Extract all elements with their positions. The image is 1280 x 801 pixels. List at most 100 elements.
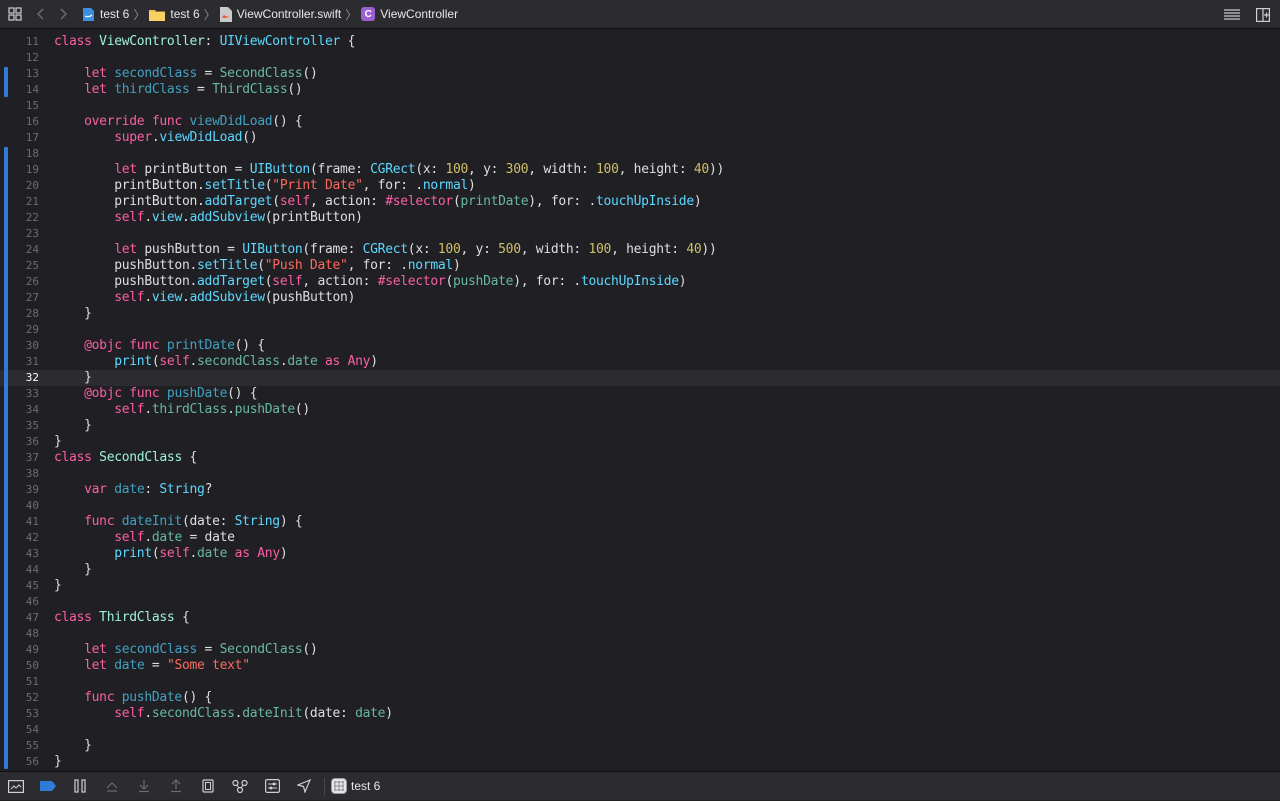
line-number[interactable]: 28 bbox=[14, 306, 39, 322]
line-number[interactable]: 56 bbox=[14, 754, 39, 770]
code-line[interactable]: 20 printButton.setTitle("Print Date", fo… bbox=[0, 178, 1280, 194]
code-line[interactable]: 35 } bbox=[0, 418, 1280, 434]
code-text[interactable]: } bbox=[54, 418, 92, 434]
code-text[interactable]: class ThirdClass { bbox=[54, 610, 190, 626]
source-editor[interactable]: 1011class ViewController: UIViewControll… bbox=[0, 29, 1280, 771]
line-number[interactable]: 44 bbox=[14, 562, 39, 578]
line-number[interactable]: 15 bbox=[14, 98, 39, 114]
change-indicator-bar[interactable] bbox=[4, 67, 8, 97]
code-text[interactable]: } bbox=[54, 306, 92, 322]
line-number[interactable]: 32 bbox=[14, 370, 39, 386]
code-text[interactable]: pushButton.setTitle("Push Date", for: .n… bbox=[54, 258, 461, 274]
code-line[interactable]: 37 class SecondClass { bbox=[0, 450, 1280, 466]
process-selector[interactable]: test 6 bbox=[331, 778, 380, 794]
line-number[interactable]: 11 bbox=[14, 34, 39, 50]
code-line[interactable]: 51 bbox=[0, 674, 1280, 690]
line-number[interactable]: 27 bbox=[14, 290, 39, 306]
code-line[interactable]: 49 let secondClass = SecondClass() bbox=[0, 642, 1280, 658]
code-text[interactable]: } bbox=[54, 578, 62, 594]
line-number[interactable]: 25 bbox=[14, 258, 39, 274]
breakpoints-toggle-button[interactable] bbox=[32, 772, 64, 801]
line-number[interactable]: 47 bbox=[14, 610, 39, 626]
line-number[interactable]: 17 bbox=[14, 130, 39, 146]
breadcrumb-file[interactable]: ViewController.swift bbox=[219, 6, 341, 22]
code-line[interactable]: 17 super.viewDidLoad() bbox=[0, 130, 1280, 146]
code-text[interactable]: self.secondClass.dateInit(date: date) bbox=[54, 706, 393, 722]
code-text[interactable]: let secondClass = SecondClass() bbox=[54, 642, 318, 658]
code-text[interactable]: let secondClass = SecondClass() bbox=[54, 66, 318, 82]
line-number[interactable]: 30 bbox=[14, 338, 39, 354]
line-number[interactable]: 23 bbox=[14, 226, 39, 242]
code-line[interactable]: 36} bbox=[0, 434, 1280, 450]
code-text[interactable]: @objc func printDate() { bbox=[54, 338, 265, 354]
code-line[interactable]: 31 print(self.secondClass.date as Any) bbox=[0, 354, 1280, 370]
line-number[interactable]: 21 bbox=[14, 194, 39, 210]
line-number[interactable]: 12 bbox=[14, 50, 39, 66]
code-line[interactable]: 11 class ViewController: UIViewController… bbox=[0, 34, 1280, 50]
code-line[interactable]: 47 class ThirdClass { bbox=[0, 610, 1280, 626]
code-line[interactable]: 15 bbox=[0, 98, 1280, 114]
code-line[interactable]: 43 print(self.date as Any) bbox=[0, 546, 1280, 562]
line-number[interactable]: 53 bbox=[14, 706, 39, 722]
line-number[interactable]: 46 bbox=[14, 594, 39, 610]
code-line[interactable]: 38 bbox=[0, 466, 1280, 482]
environment-overrides-button[interactable] bbox=[256, 772, 288, 801]
back-button[interactable] bbox=[30, 0, 52, 29]
line-number[interactable]: 29 bbox=[14, 322, 39, 338]
code-line[interactable]: 56} bbox=[0, 754, 1280, 770]
code-text[interactable]: print(self.secondClass.date as Any) bbox=[54, 354, 378, 370]
line-number[interactable]: 22 bbox=[14, 210, 39, 226]
line-number[interactable]: 49 bbox=[14, 642, 39, 658]
line-number[interactable]: 34 bbox=[14, 402, 39, 418]
line-number[interactable]: 26 bbox=[14, 274, 39, 290]
line-number[interactable]: 13 bbox=[14, 66, 39, 82]
code-line[interactable]: 12 bbox=[0, 50, 1280, 66]
line-number[interactable]: 18 bbox=[14, 146, 39, 162]
code-text[interactable]: print(self.date as Any) bbox=[54, 546, 287, 562]
code-text[interactable]: class ViewController: UIViewController { bbox=[54, 34, 355, 50]
code-line[interactable]: 23 bbox=[0, 226, 1280, 242]
code-text[interactable]: super.viewDidLoad() bbox=[54, 130, 257, 146]
code-line[interactable]: 48 bbox=[0, 626, 1280, 642]
line-number[interactable]: 54 bbox=[14, 722, 39, 738]
code-line[interactable]: 14 let thirdClass = ThirdClass() bbox=[0, 82, 1280, 98]
line-number[interactable]: 45 bbox=[14, 578, 39, 594]
code-line[interactable]: 34 self.thirdClass.pushDate() bbox=[0, 402, 1280, 418]
line-number[interactable]: 40 bbox=[14, 498, 39, 514]
code-text[interactable]: } bbox=[54, 434, 62, 450]
code-text[interactable]: printButton.addTarget(self, action: #sel… bbox=[54, 194, 701, 210]
code-line[interactable]: 41 func dateInit(date: String) { bbox=[0, 514, 1280, 530]
code-line[interactable]: 26 pushButton.addTarget(self, action: #s… bbox=[0, 274, 1280, 290]
breadcrumb-project[interactable]: test 6 bbox=[82, 7, 129, 22]
code-line[interactable]: 16 override func viewDidLoad() { bbox=[0, 114, 1280, 130]
code-text[interactable]: } bbox=[54, 370, 92, 386]
line-number[interactable]: 38 bbox=[14, 466, 39, 482]
line-number[interactable]: 39 bbox=[14, 482, 39, 498]
add-editor-button[interactable] bbox=[1246, 0, 1280, 29]
hide-debug-area-button[interactable] bbox=[0, 772, 32, 801]
code-line[interactable]: 32 } bbox=[0, 370, 1280, 386]
line-number[interactable]: 24 bbox=[14, 242, 39, 258]
code-line[interactable]: 45} bbox=[0, 578, 1280, 594]
code-text[interactable]: var date: String? bbox=[54, 482, 212, 498]
line-number[interactable]: 41 bbox=[14, 514, 39, 530]
code-text[interactable]: func pushDate() { bbox=[54, 690, 212, 706]
view-hierarchy-button[interactable] bbox=[192, 772, 224, 801]
code-text[interactable]: let date = "Some text" bbox=[54, 658, 250, 674]
code-line[interactable]: 33 @objc func pushDate() { bbox=[0, 386, 1280, 402]
line-number[interactable]: 48 bbox=[14, 626, 39, 642]
code-line[interactable]: 39 var date: String? bbox=[0, 482, 1280, 498]
code-text[interactable]: @objc func pushDate() { bbox=[54, 386, 257, 402]
pause-button[interactable] bbox=[64, 772, 96, 801]
line-number[interactable]: 50 bbox=[14, 658, 39, 674]
code-text[interactable]: } bbox=[54, 562, 92, 578]
code-text[interactable]: pushButton.addTarget(self, action: #sele… bbox=[54, 274, 686, 290]
code-line[interactable]: 25 pushButton.setTitle("Push Date", for:… bbox=[0, 258, 1280, 274]
step-into-button[interactable] bbox=[128, 772, 160, 801]
code-text[interactable]: self.view.addSubview(printButton) bbox=[54, 210, 363, 226]
code-line[interactable]: 28 } bbox=[0, 306, 1280, 322]
line-number[interactable]: 19 bbox=[14, 162, 39, 178]
line-number[interactable]: 37 bbox=[14, 450, 39, 466]
code-line[interactable]: 46 bbox=[0, 594, 1280, 610]
line-number[interactable]: 52 bbox=[14, 690, 39, 706]
